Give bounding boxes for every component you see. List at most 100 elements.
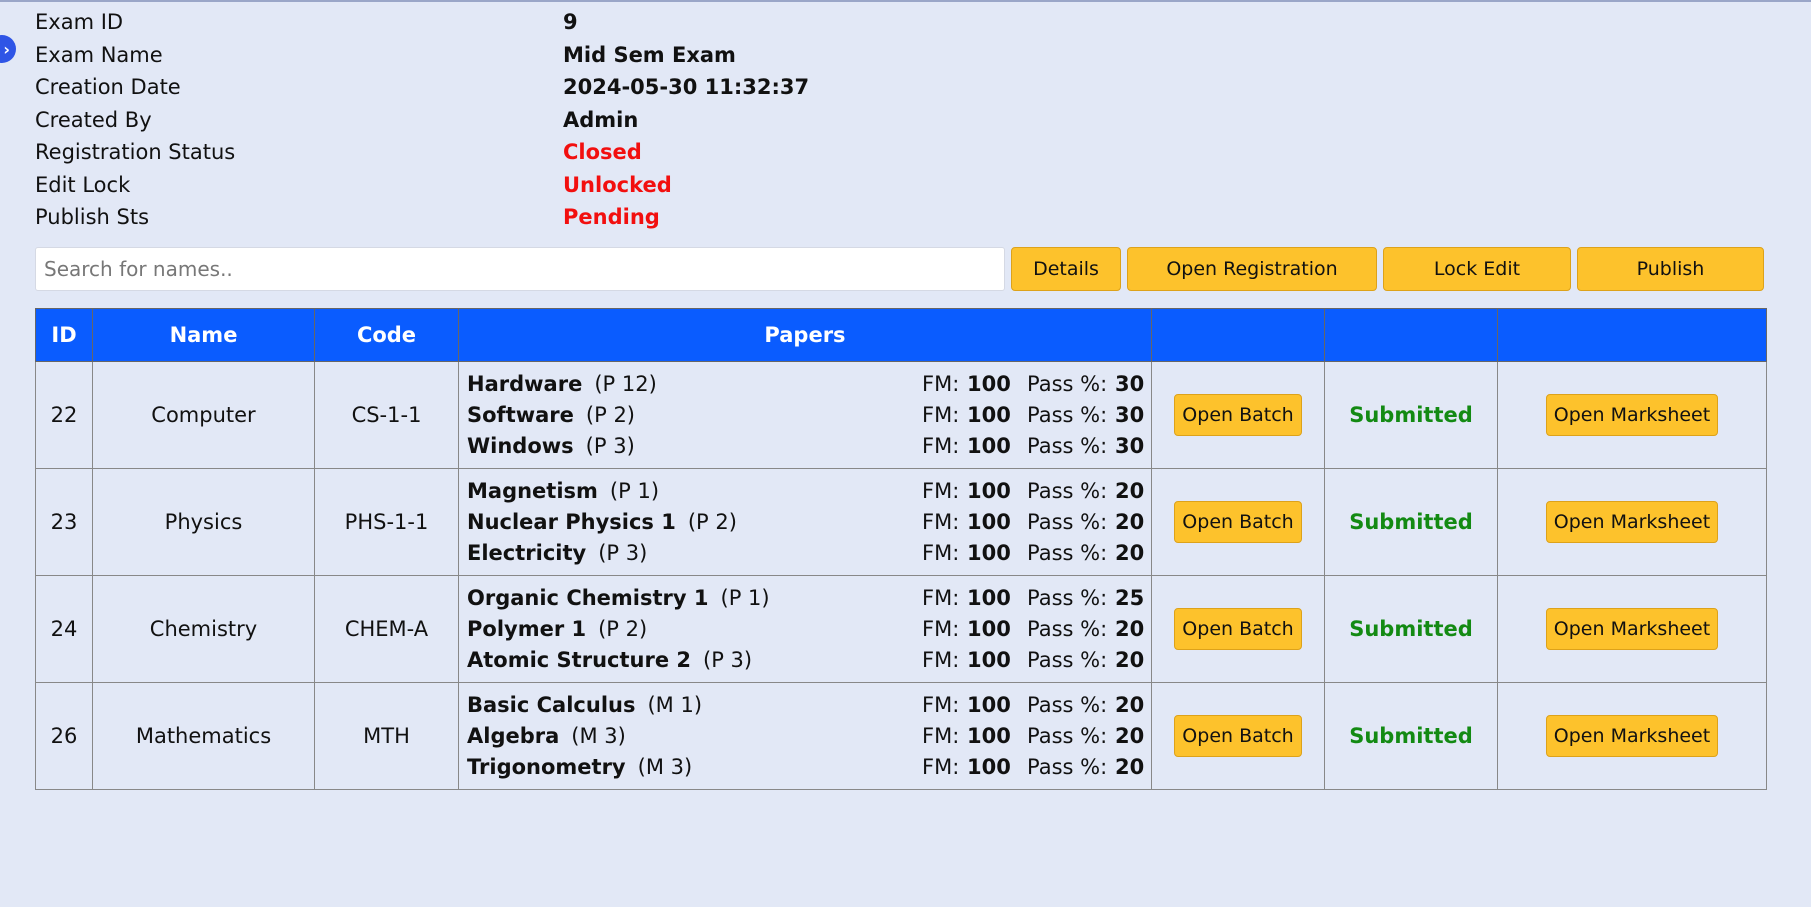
info-row: Created By Admin — [35, 104, 809, 137]
paper-code: (P 2) — [598, 617, 648, 641]
pass-label: Pass %: — [1027, 372, 1108, 396]
open-marksheet-button[interactable]: Open Marksheet — [1545, 394, 1719, 436]
pass-value: 20 — [1115, 755, 1145, 779]
status-text: Submitted — [1324, 468, 1498, 576]
paper-name: Polymer 1 — [467, 617, 587, 641]
fm-label: FM: — [922, 403, 960, 427]
pass-value: 30 — [1115, 403, 1145, 427]
paper-name: Hardware — [467, 372, 583, 396]
info-value: 2024-05-30 11:32:37 — [563, 75, 810, 100]
table-row: 22 Computer CS-1-1 Hardware (P 12) FM: 100 Pass… — [35, 361, 1767, 469]
open-registration-button[interactable]: Open Registration — [1127, 247, 1377, 291]
fm-label: FM: — [922, 755, 960, 779]
info-value: Admin — [563, 107, 639, 132]
search-input[interactable] — [35, 247, 1005, 291]
exam-info-panel: Exam ID 9 Exam Name Mid Sem Exam Creation Da… — [35, 6, 809, 234]
paper-code: (P 3) — [585, 434, 635, 458]
info-row: Creation Date 2024-05-30 11:32:37 — [35, 71, 809, 104]
fm-value: 100 — [967, 693, 1011, 717]
details-button[interactable]: Details — [1011, 247, 1121, 291]
chevron-right-icon: › — [3, 39, 10, 59]
cell-code: MTH — [314, 682, 459, 790]
cell-name: Chemistry — [92, 575, 315, 683]
pass-label: Pass %: — [1027, 755, 1108, 779]
fm-value: 100 — [967, 479, 1011, 503]
paper-code: (M 3) — [637, 755, 693, 779]
pass-label: Pass %: — [1027, 724, 1108, 748]
paper-code: (P 3) — [598, 541, 648, 565]
paper-name: Trigonometry — [467, 755, 626, 779]
publish-button[interactable]: Publish — [1577, 247, 1764, 291]
cell-papers: Magnetism (P 1) FM: 100 Pass %: 20 Nuclear Phy… — [458, 468, 1152, 576]
fm-label: FM: — [922, 541, 960, 565]
paper-name: Windows — [467, 434, 574, 458]
paper-code: (P 3) — [703, 648, 753, 672]
status-text: Submitted — [1324, 575, 1498, 683]
table-row: 23 Physics PHS-1-1 Magnetism (P 1) FM: 100 Pass… — [35, 468, 1767, 576]
cell-id: 26 — [35, 682, 93, 790]
pass-label: Pass %: — [1027, 648, 1108, 672]
fm-value: 100 — [967, 755, 1011, 779]
paper-item: Software (P 2) FM: 100 Pass %: 30 — [467, 400, 1145, 431]
status-text: Submitted — [1324, 682, 1498, 790]
cell-papers: Organic Chemistry 1 (P 1) FM: 100 Pass %: 25 P… — [458, 575, 1152, 683]
open-marksheet-button[interactable]: Open Marksheet — [1545, 608, 1719, 650]
table-row: 24 Chemistry CHEM-A Organic Chemistry 1 (P 1… — [35, 575, 1767, 683]
paper-code: (P 1) — [609, 479, 660, 503]
header-code: Code — [314, 308, 459, 362]
pass-label: Pass %: — [1027, 541, 1108, 565]
paper-name: Magnetism — [467, 479, 598, 503]
paper-code: (P 2) — [687, 510, 737, 534]
cell-marksheet: Open Marksheet — [1497, 468, 1767, 576]
pass-label: Pass %: — [1027, 479, 1108, 503]
paper-code: (P 12) — [594, 372, 657, 396]
open-batch-button[interactable]: Open Batch — [1174, 715, 1302, 757]
paper-item: Trigonometry (M 3) FM: 100 Pass %: 20 — [467, 752, 1145, 783]
lock-edit-button[interactable]: Lock Edit — [1383, 247, 1571, 291]
paper-code: (M 1) — [647, 693, 703, 717]
subjects-table: ID Name Code Papers 22 Computer CS-1-1 Hard… — [35, 308, 1767, 790]
cell-id: 22 — [35, 361, 93, 469]
paper-code: (P 1) — [720, 586, 770, 610]
info-label: Edit Lock — [35, 172, 131, 197]
fm-value: 100 — [967, 724, 1011, 748]
open-batch-button[interactable]: Open Batch — [1174, 394, 1302, 436]
header-id: ID — [35, 308, 93, 362]
paper-name: Software — [467, 403, 574, 427]
info-row: Exam ID 9 — [35, 6, 809, 39]
info-label: Exam Name — [35, 42, 163, 67]
cell-marksheet: Open Marksheet — [1497, 361, 1767, 469]
paper-item: Basic Calculus (M 1) FM: 100 Pass %: 20 — [467, 690, 1145, 721]
cell-name: Physics — [92, 468, 315, 576]
cell-batch: Open Batch — [1151, 361, 1325, 469]
cell-code: CHEM-A — [314, 575, 459, 683]
open-marksheet-button[interactable]: Open Marksheet — [1545, 501, 1719, 543]
paper-item: Algebra (M 3) FM: 100 Pass %: 20 — [467, 721, 1144, 752]
cell-name: Mathematics — [92, 682, 315, 790]
open-batch-button[interactable]: Open Batch — [1174, 608, 1302, 650]
header-empty — [1497, 308, 1767, 362]
pass-label: Pass %: — [1027, 434, 1108, 458]
paper-code: (M 3) — [571, 724, 626, 748]
fm-label: FM: — [922, 434, 960, 458]
fm-label: FM: — [922, 510, 960, 534]
paper-item: Atomic Structure 2 (P 3) FM: 100 Pass %: 20 — [467, 645, 1144, 676]
info-label: Publish Sts — [35, 205, 150, 230]
paper-name: Nuclear Physics 1 — [467, 510, 676, 534]
open-marksheet-button[interactable]: Open Marksheet — [1545, 715, 1719, 757]
pass-value: 20 — [1115, 541, 1145, 565]
pass-value: 20 — [1115, 693, 1145, 717]
cell-code: PHS-1-1 — [314, 468, 459, 576]
cell-id: 24 — [35, 575, 93, 683]
paper-item: Windows (P 3) FM: 100 Pass %: 30 — [467, 431, 1144, 462]
pass-label: Pass %: — [1027, 693, 1108, 717]
sidebar-toggle-button[interactable]: › — [0, 35, 16, 63]
open-batch-button[interactable]: Open Batch — [1174, 501, 1302, 543]
info-label: Creation Date — [35, 75, 181, 100]
cell-batch: Open Batch — [1151, 468, 1325, 576]
fm-value: 100 — [967, 510, 1011, 534]
fm-label: FM: — [922, 724, 960, 748]
fm-value: 100 — [967, 541, 1011, 565]
info-row: Edit Lock Unlocked — [35, 169, 809, 202]
paper-item: Polymer 1 (P 2) FM: 100 Pass %: 20 — [467, 614, 1144, 645]
